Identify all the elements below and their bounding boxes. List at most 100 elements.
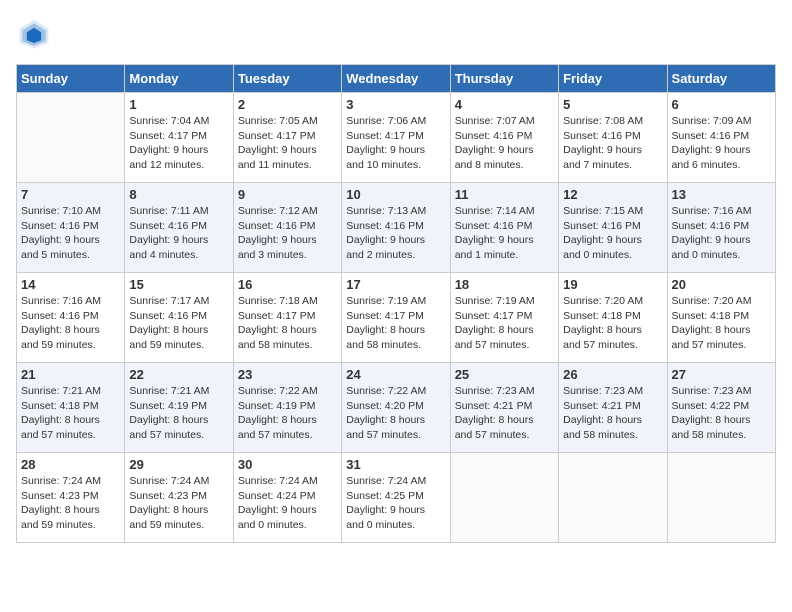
day-number: 23	[238, 367, 337, 382]
day-info: Sunrise: 7:17 AMSunset: 4:16 PMDaylight:…	[129, 294, 228, 353]
day-info: Sunrise: 7:08 AMSunset: 4:16 PMDaylight:…	[563, 114, 662, 173]
day-header: Saturday	[667, 65, 775, 93]
day-header: Friday	[559, 65, 667, 93]
calendar-cell	[17, 93, 125, 183]
day-info: Sunrise: 7:16 AMSunset: 4:16 PMDaylight:…	[21, 294, 120, 353]
day-header: Thursday	[450, 65, 558, 93]
calendar-cell: 16 Sunrise: 7:18 AMSunset: 4:17 PMDayligh…	[233, 273, 341, 363]
day-number: 26	[563, 367, 662, 382]
calendar-cell: 12Sunrise: 7:15 AMSunset: 4:16 PMDayligh…	[559, 183, 667, 273]
calendar-week-row: 7 Sunrise: 7:10 AMSunset: 4:16 PMDaylight…	[17, 183, 776, 273]
calendar-week-row: 28 Sunrise: 7:24 AMSunset: 4:23 PMDayligh…	[17, 453, 776, 543]
day-info: Sunrise: 7:06 AMSunset: 4:17 PMDaylight:…	[346, 114, 445, 173]
calendar-cell: 18 Sunrise: 7:19 AMSunset: 4:17 PMDayligh…	[450, 273, 558, 363]
page-header	[16, 16, 776, 52]
calendar-cell: 7 Sunrise: 7:10 AMSunset: 4:16 PMDaylight…	[17, 183, 125, 273]
calendar-cell: 20 Sunrise: 7:20 AMSunset: 4:18 PMDayligh…	[667, 273, 775, 363]
day-info: Sunrise: 7:11 AMSunset: 4:16 PMDaylight:…	[129, 204, 228, 263]
calendar-week-row: 14 Sunrise: 7:16 AMSunset: 4:16 PMDayligh…	[17, 273, 776, 363]
day-header: Tuesday	[233, 65, 341, 93]
calendar-cell	[667, 453, 775, 543]
day-info: Sunrise: 7:19 AMSunset: 4:17 PMDaylight:…	[346, 294, 445, 353]
day-number: 20	[672, 277, 771, 292]
day-number: 8	[129, 187, 228, 202]
day-info: Sunrise: 7:04 AMSunset: 4:17 PMDaylight:…	[129, 114, 228, 173]
day-number: 5	[563, 97, 662, 112]
day-number: 17	[346, 277, 445, 292]
calendar-cell: 4Sunrise: 7:07 AMSunset: 4:16 PMDaylight…	[450, 93, 558, 183]
day-info: Sunrise: 7:21 AMSunset: 4:19 PMDaylight:…	[129, 384, 228, 443]
day-number: 1	[129, 97, 228, 112]
day-number: 18	[455, 277, 554, 292]
day-number: 29	[129, 457, 228, 472]
day-info: Sunrise: 7:24 AMSunset: 4:24 PMDaylight:…	[238, 474, 337, 533]
day-info: Sunrise: 7:22 AMSunset: 4:19 PMDaylight:…	[238, 384, 337, 443]
calendar-week-row: 21 Sunrise: 7:21 AMSunset: 4:18 PMDayligh…	[17, 363, 776, 453]
day-number: 13	[672, 187, 771, 202]
day-number: 2	[238, 97, 337, 112]
day-number: 14	[21, 277, 120, 292]
calendar-cell: 9 Sunrise: 7:12 AMSunset: 4:16 PMDaylight…	[233, 183, 341, 273]
day-number: 16	[238, 277, 337, 292]
day-info: Sunrise: 7:23 AMSunset: 4:21 PMDaylight:…	[563, 384, 662, 443]
day-info: Sunrise: 7:18 AMSunset: 4:17 PMDaylight:…	[238, 294, 337, 353]
calendar-cell: 8 Sunrise: 7:11 AMSunset: 4:16 PMDaylight…	[125, 183, 233, 273]
day-number: 3	[346, 97, 445, 112]
day-number: 31	[346, 457, 445, 472]
calendar-cell: 25 Sunrise: 7:23 AMSunset: 4:21 PMDayligh…	[450, 363, 558, 453]
day-info: Sunrise: 7:15 AMSunset: 4:16 PMDaylight:…	[563, 204, 662, 263]
calendar-cell: 13 Sunrise: 7:16 AMSunset: 4:16 PMDayligh…	[667, 183, 775, 273]
day-info: Sunrise: 7:05 AMSunset: 4:17 PMDaylight:…	[238, 114, 337, 173]
calendar-cell: 28 Sunrise: 7:24 AMSunset: 4:23 PMDayligh…	[17, 453, 125, 543]
day-number: 7	[21, 187, 120, 202]
day-header: Monday	[125, 65, 233, 93]
day-header: Sunday	[17, 65, 125, 93]
day-info: Sunrise: 7:21 AMSunset: 4:18 PMDaylight:…	[21, 384, 120, 443]
calendar-cell	[559, 453, 667, 543]
calendar-cell: 10 Sunrise: 7:13 AMSunset: 4:16 PMDayligh…	[342, 183, 450, 273]
calendar-cell: 1 Sunrise: 7:04 AMSunset: 4:17 PMDaylight…	[125, 93, 233, 183]
calendar-cell: 27 Sunrise: 7:23 AMSunset: 4:22 PMDayligh…	[667, 363, 775, 453]
calendar-cell: 3 Sunrise: 7:06 AMSunset: 4:17 PMDaylight…	[342, 93, 450, 183]
calendar-cell: 24 Sunrise: 7:22 AMSunset: 4:20 PMDayligh…	[342, 363, 450, 453]
day-info: Sunrise: 7:19 AMSunset: 4:17 PMDaylight:…	[455, 294, 554, 353]
day-info: Sunrise: 7:22 AMSunset: 4:20 PMDaylight:…	[346, 384, 445, 443]
day-info: Sunrise: 7:20 AMSunset: 4:18 PMDaylight:…	[563, 294, 662, 353]
calendar-cell: 2 Sunrise: 7:05 AMSunset: 4:17 PMDaylight…	[233, 93, 341, 183]
day-info: Sunrise: 7:14 AMSunset: 4:16 PMDaylight:…	[455, 204, 554, 263]
calendar-cell: 11 Sunrise: 7:14 AMSunset: 4:16 PMDayligh…	[450, 183, 558, 273]
day-info: Sunrise: 7:16 AMSunset: 4:16 PMDaylight:…	[672, 204, 771, 263]
day-info: Sunrise: 7:07 AMSunset: 4:16 PMDaylight:…	[455, 114, 554, 173]
day-info: Sunrise: 7:12 AMSunset: 4:16 PMDaylight:…	[238, 204, 337, 263]
day-number: 11	[455, 187, 554, 202]
day-number: 10	[346, 187, 445, 202]
day-number: 24	[346, 367, 445, 382]
day-info: Sunrise: 7:24 AMSunset: 4:25 PMDaylight:…	[346, 474, 445, 533]
calendar-header-row: SundayMondayTuesdayWednesdayThursdayFrid…	[17, 65, 776, 93]
day-info: Sunrise: 7:09 AMSunset: 4:16 PMDaylight:…	[672, 114, 771, 173]
day-info: Sunrise: 7:13 AMSunset: 4:16 PMDaylight:…	[346, 204, 445, 263]
calendar-table: SundayMondayTuesdayWednesdayThursdayFrid…	[16, 64, 776, 543]
calendar-cell: 14 Sunrise: 7:16 AMSunset: 4:16 PMDayligh…	[17, 273, 125, 363]
calendar-cell: 23 Sunrise: 7:22 AMSunset: 4:19 PMDayligh…	[233, 363, 341, 453]
day-number: 25	[455, 367, 554, 382]
day-info: Sunrise: 7:24 AMSunset: 4:23 PMDaylight:…	[129, 474, 228, 533]
calendar-cell: 22Sunrise: 7:21 AMSunset: 4:19 PMDayligh…	[125, 363, 233, 453]
calendar-cell: 17 Sunrise: 7:19 AMSunset: 4:17 PMDayligh…	[342, 273, 450, 363]
day-number: 27	[672, 367, 771, 382]
day-info: Sunrise: 7:10 AMSunset: 4:16 PMDaylight:…	[21, 204, 120, 263]
day-number: 19	[563, 277, 662, 292]
logo-icon	[16, 16, 52, 52]
logo	[16, 16, 56, 52]
day-number: 30	[238, 457, 337, 472]
day-number: 9	[238, 187, 337, 202]
day-info: Sunrise: 7:20 AMSunset: 4:18 PMDaylight:…	[672, 294, 771, 353]
day-info: Sunrise: 7:24 AMSunset: 4:23 PMDaylight:…	[21, 474, 120, 533]
day-number: 28	[21, 457, 120, 472]
day-info: Sunrise: 7:23 AMSunset: 4:22 PMDaylight:…	[672, 384, 771, 443]
calendar-cell: 31 Sunrise: 7:24 AMSunset: 4:25 PMDayligh…	[342, 453, 450, 543]
calendar-cell: 21 Sunrise: 7:21 AMSunset: 4:18 PMDayligh…	[17, 363, 125, 453]
day-number: 6	[672, 97, 771, 112]
day-info: Sunrise: 7:23 AMSunset: 4:21 PMDaylight:…	[455, 384, 554, 443]
day-number: 21	[21, 367, 120, 382]
